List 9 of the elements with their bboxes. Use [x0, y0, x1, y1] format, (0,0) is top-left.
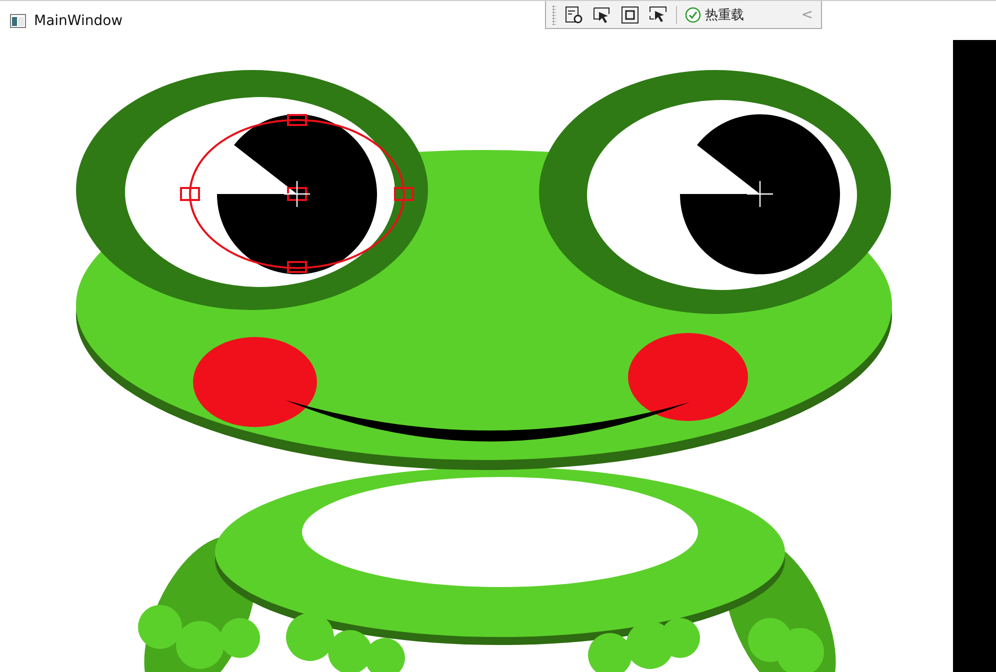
window-icon	[10, 14, 26, 28]
check-circle-icon	[685, 6, 701, 22]
hot-reload-button[interactable]: 热重载	[685, 6, 744, 24]
visual-tree-icon[interactable]	[564, 4, 584, 24]
adorner-icon[interactable]	[620, 4, 640, 24]
select-element-icon[interactable]	[592, 4, 612, 24]
track-focus-icon[interactable]	[648, 4, 668, 24]
selection-adorner[interactable]	[180, 114, 414, 273]
window-title: MainWindow	[34, 12, 123, 28]
